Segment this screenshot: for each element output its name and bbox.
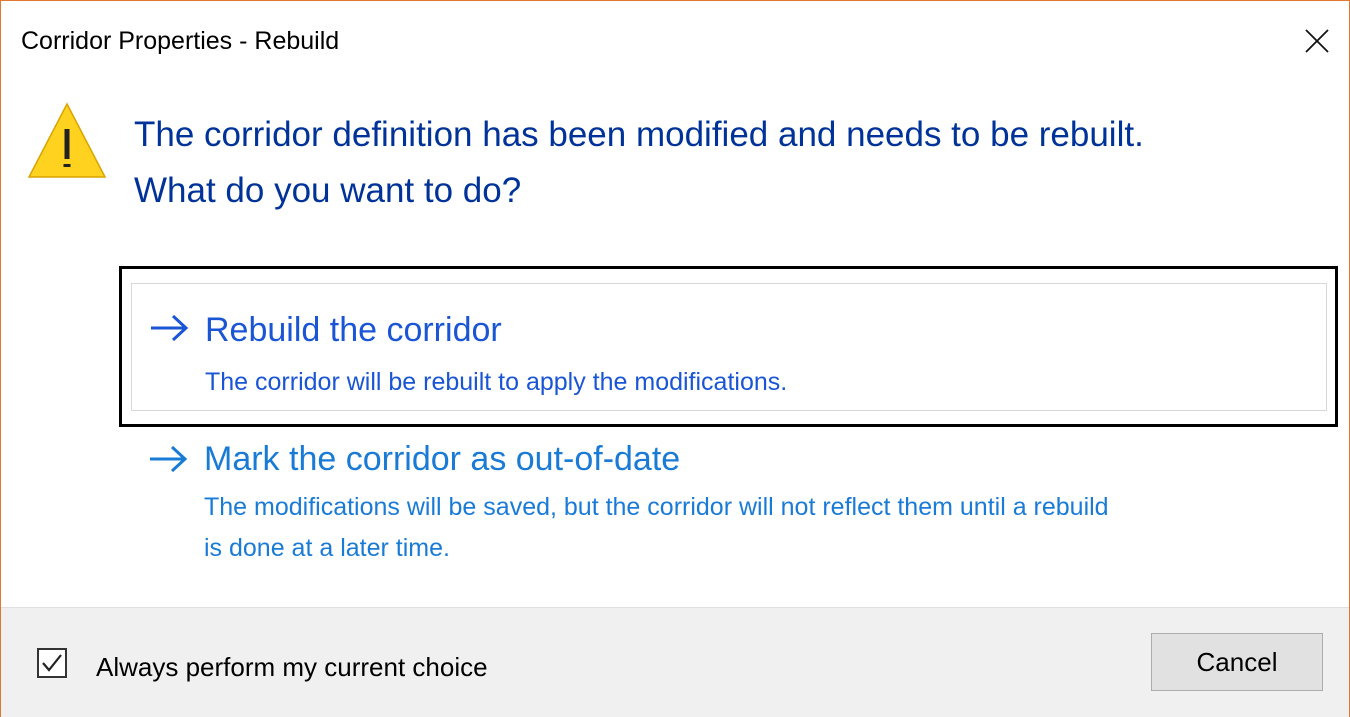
cancel-button[interactable]: Cancel <box>1151 633 1323 691</box>
option-title: Mark the corridor as out-of-date <box>204 440 681 478</box>
option-note: The corridor will be rebuilt to apply th… <box>205 368 788 396</box>
arrow-right-icon <box>150 445 188 473</box>
option-title: Rebuild the corridor <box>205 311 502 349</box>
option-note: The modifications will be saved, but the… <box>204 487 1304 569</box>
rebuild-dialog: Corridor Properties - Rebuild The corrid… <box>0 0 1350 717</box>
mark-out-of-date-option[interactable]: Mark the corridor as out-of-date The mod… <box>131 433 1327 573</box>
warning-icon <box>27 102 107 178</box>
option-note-line-2: is done at a later time. <box>204 534 450 562</box>
window-title: Corridor Properties - Rebuild <box>21 27 340 55</box>
always-perform-checkbox[interactable] <box>37 648 67 678</box>
main-instruction: The corridor definition has been modifie… <box>134 107 1334 219</box>
close-icon <box>1305 29 1329 53</box>
checkbox-label: Always perform my current choice <box>96 652 488 682</box>
option-note-line-1: The modifications will be saved, but the… <box>204 493 1109 521</box>
arrow-right-icon <box>151 314 189 342</box>
title-bar: Corridor Properties - Rebuild <box>1 1 1349 81</box>
rebuild-corridor-option[interactable]: Rebuild the corridor The corridor will b… <box>131 283 1327 411</box>
instruction-line-2: What do you want to do? <box>134 171 522 210</box>
footer-bar: Always perform my current choice Cancel <box>1 607 1349 717</box>
instruction-line-1: The corridor definition has been modifie… <box>134 115 1144 154</box>
close-button[interactable] <box>1285 11 1349 71</box>
checkmark-icon <box>42 654 62 672</box>
